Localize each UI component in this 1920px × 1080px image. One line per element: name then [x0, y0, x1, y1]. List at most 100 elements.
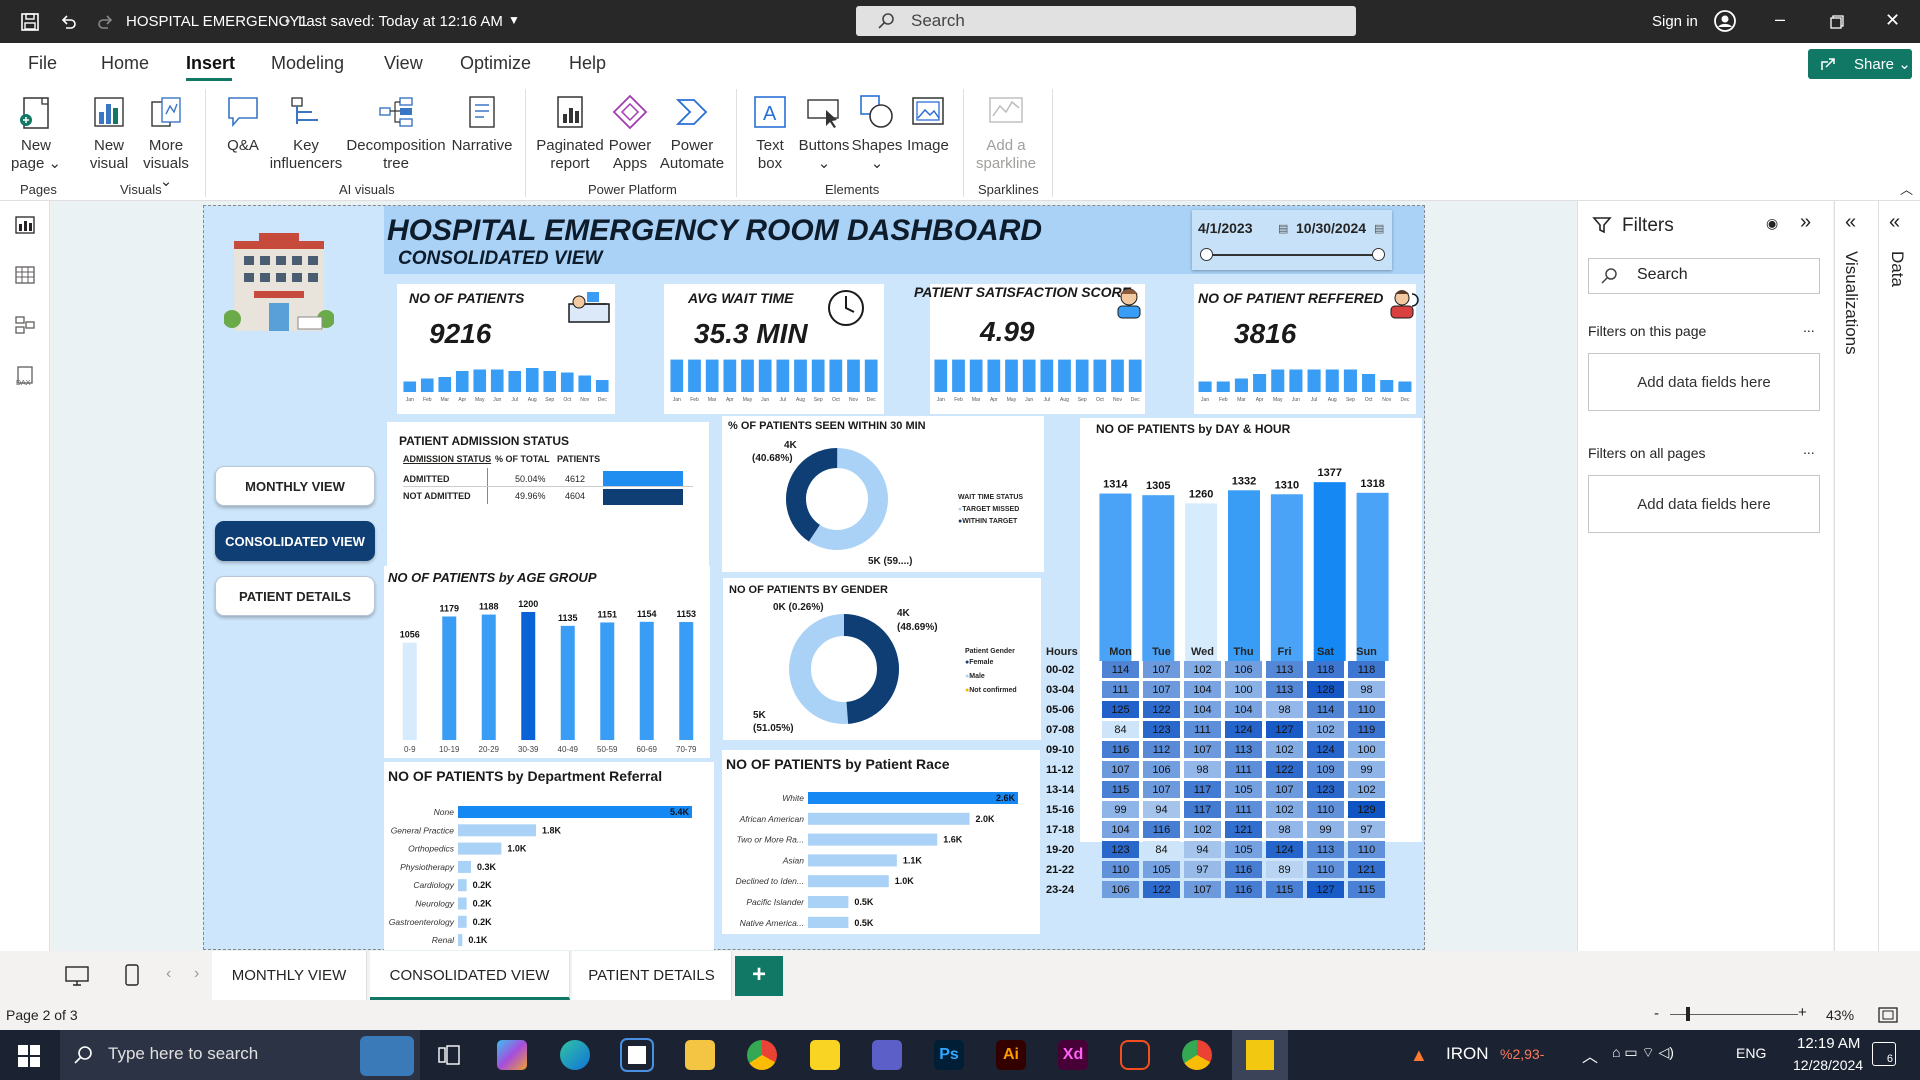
heatmap-cell: 113: [1307, 841, 1344, 858]
undo-icon[interactable]: [58, 12, 78, 32]
monthly-view-button[interactable]: MONTHLY VIEW: [215, 466, 375, 506]
illustrator-icon[interactable]: Ai: [996, 1040, 1026, 1070]
chevron-down-icon[interactable]: ▼: [508, 13, 520, 27]
add-fields-this-page[interactable]: Add data fields here: [1588, 353, 1820, 411]
narrative-button[interactable]: Narrative: [446, 83, 518, 155]
dax-query-icon[interactable]: DAX: [14, 365, 36, 387]
clock-date[interactable]: 12/28/2024: [1793, 1057, 1863, 1073]
power-apps-button[interactable]: Power Apps: [604, 83, 656, 173]
sign-in-link[interactable]: Sign in: [1652, 13, 1698, 30]
close-icon[interactable]: ✕: [1885, 10, 1900, 31]
collapse-ribbon-icon[interactable]: ︿: [1900, 179, 1913, 198]
menu-help[interactable]: Help: [569, 53, 606, 74]
date-slicer[interactable]: 4/1/2023 ▤ 10/30/2024 ▤: [1192, 210, 1392, 270]
mobile-layout-icon[interactable]: [124, 963, 140, 987]
taskbar-search-input[interactable]: Type here to search: [60, 1030, 420, 1080]
expand-visualizations-icon[interactable]: «: [1845, 211, 1856, 234]
report-view-icon[interactable]: [14, 215, 36, 235]
teams-icon[interactable]: [872, 1040, 902, 1070]
add-sparkline-button[interactable]: Add a sparkline: [971, 83, 1041, 173]
file-explorer-icon[interactable]: [685, 1040, 715, 1070]
photoshop-icon[interactable]: Ps: [934, 1040, 964, 1070]
patient-details-button[interactable]: PATIENT DETAILS: [215, 576, 375, 616]
new-visual-button[interactable]: New visual: [80, 83, 138, 173]
calendar-icon[interactable]: ▤: [1374, 222, 1384, 235]
power-automate-button[interactable]: Power Automate: [656, 83, 728, 173]
powerbi-taskbar-button[interactable]: [1232, 1030, 1288, 1080]
eye-icon[interactable]: ◉: [1766, 215, 1778, 232]
model-view-icon[interactable]: [14, 315, 36, 335]
data-label: 0.2K: [473, 917, 493, 927]
clock-time[interactable]: 12:19 AM: [1797, 1035, 1860, 1052]
text-box-button[interactable]: A Text box: [744, 83, 796, 173]
xd-icon[interactable]: Xd: [1058, 1040, 1088, 1070]
restore-icon[interactable]: [1830, 15, 1844, 29]
slider-handle-end[interactable]: [1372, 248, 1385, 261]
date-from[interactable]: 4/1/2023: [1198, 220, 1253, 236]
collapse-filters-icon[interactable]: »: [1800, 211, 1811, 234]
store-icon[interactable]: [620, 1038, 654, 1072]
more-visuals-button[interactable]: More visuals ⌄: [136, 83, 196, 191]
task-view-icon[interactable]: [438, 1045, 460, 1065]
menu-modeling[interactable]: Modeling: [271, 53, 344, 74]
tab-monthly-view[interactable]: MONTHLY VIEW: [212, 951, 367, 1000]
month-tick-label: Jan: [673, 397, 681, 402]
share-button[interactable]: Share ⌄: [1808, 49, 1912, 79]
windows-start-icon[interactable]: [18, 1045, 40, 1067]
figma-icon[interactable]: [1120, 1040, 1150, 1070]
zoom-in-icon[interactable]: +: [1798, 1004, 1807, 1021]
copilot-icon[interactable]: [497, 1040, 527, 1070]
qa-button[interactable]: Q&A: [215, 83, 271, 155]
calendar-icon[interactable]: ▤: [1278, 222, 1288, 235]
date-to[interactable]: 10/30/2024: [1296, 220, 1366, 236]
edge-icon[interactable]: [560, 1040, 590, 1070]
new-page-button[interactable]: New page ⌄: [6, 83, 66, 173]
tab-patient-details[interactable]: PATIENT DETAILS: [572, 951, 732, 1000]
menu-optimize[interactable]: Optimize: [460, 53, 531, 74]
zoom-slider-handle[interactable]: [1686, 1007, 1690, 1021]
heatmap-cell: 115: [1266, 881, 1303, 898]
next-page-icon[interactable]: ›: [194, 965, 199, 983]
heatmap-hours-header[interactable]: Hours: [1046, 646, 1098, 658]
more-options-icon[interactable]: ...: [1803, 441, 1815, 457]
fit-to-page-icon[interactable]: [1878, 1007, 1898, 1023]
key-influencers-button[interactable]: Key influencers: [266, 83, 346, 173]
more-options-icon[interactable]: ...: [1803, 319, 1815, 335]
menu-file[interactable]: File: [28, 53, 57, 74]
prev-page-icon[interactable]: ‹: [166, 965, 171, 983]
zoom-out-icon[interactable]: -: [1654, 1005, 1659, 1022]
minimize-icon[interactable]: –: [1775, 9, 1785, 30]
filter-search-input[interactable]: Search: [1588, 258, 1820, 294]
sticky-notes-icon[interactable]: [810, 1040, 840, 1070]
notification-icon[interactable]: 6: [1872, 1042, 1896, 1066]
table-view-icon[interactable]: [14, 265, 36, 285]
expand-data-icon[interactable]: «: [1889, 211, 1900, 234]
visualizations-pane-label[interactable]: Visualizations: [1841, 251, 1861, 355]
tray-icons[interactable]: ⌂ ▭ ⌔ ◁): [1612, 1044, 1674, 1062]
paginated-report-button[interactable]: Paginated report: [534, 83, 606, 173]
search-input[interactable]: Search: [856, 6, 1356, 36]
menu-view[interactable]: View: [384, 53, 423, 74]
chrome-profile-icon[interactable]: [1182, 1040, 1212, 1070]
hbar: [808, 833, 938, 846]
image-button[interactable]: Image: [902, 83, 954, 155]
data-pane-label[interactable]: Data: [1887, 251, 1907, 287]
tray-chevron-icon[interactable]: ︿: [1582, 1043, 1598, 1067]
desktop-layout-icon[interactable]: [64, 965, 90, 987]
redo-icon[interactable]: [96, 12, 116, 32]
add-fields-all-pages[interactable]: Add data fields here: [1588, 475, 1820, 533]
language-indicator[interactable]: ENG: [1736, 1045, 1766, 1061]
consolidated-view-button[interactable]: CONSOLIDATED VIEW: [215, 521, 375, 561]
image-icon: [909, 93, 947, 131]
add-page-button[interactable]: +: [735, 956, 783, 996]
tab-consolidated-view[interactable]: CONSOLIDATED VIEW: [370, 951, 570, 1000]
menu-insert[interactable]: Insert: [186, 53, 235, 74]
decomposition-tree-button[interactable]: Decomposition tree: [346, 83, 446, 173]
menu-home[interactable]: Home: [101, 53, 149, 74]
buttons-button[interactable]: Buttons ⌄: [794, 83, 854, 173]
save-icon[interactable]: [20, 12, 40, 32]
shapes-button[interactable]: Shapes ⌄: [850, 83, 904, 173]
account-icon[interactable]: [1713, 9, 1737, 33]
slider-handle-start[interactable]: [1200, 248, 1213, 261]
chrome-icon[interactable]: [747, 1040, 777, 1070]
